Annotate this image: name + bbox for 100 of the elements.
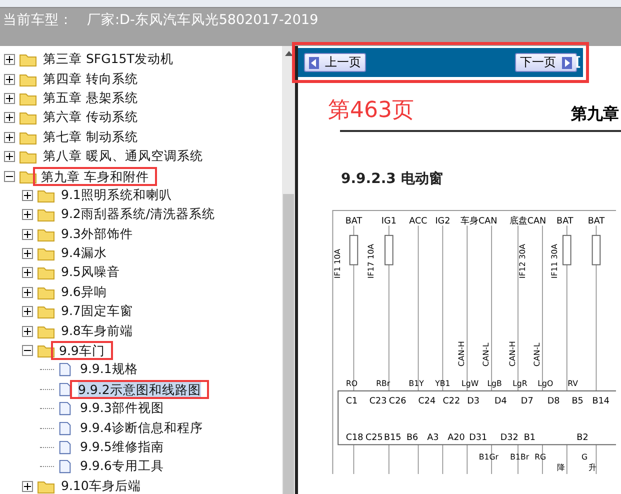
pin-label: B1 (524, 432, 536, 443)
folder-icon (37, 207, 55, 222)
folder-icon (19, 110, 37, 126)
wire-label: B1Gr (478, 452, 498, 462)
expand-icon[interactable] (4, 54, 15, 66)
tree-item[interactable]: 9.3外部饰件 (59, 226, 135, 243)
supply-label: ACC (409, 216, 428, 227)
wire-label: G (582, 452, 588, 462)
pin-label: D31 (469, 432, 488, 443)
fuse-label: IF12 30A (518, 244, 527, 278)
tree-item[interactable]: 第四章 转向系统 (41, 70, 140, 88)
wire-color-label: LgR (512, 379, 528, 388)
supply-label: 底盘CAN (509, 216, 546, 227)
tree-item[interactable]: 9.9.6专用工具 (78, 458, 166, 476)
wire-label: B1Br (510, 452, 530, 462)
wire-color-label: RBr (376, 379, 390, 388)
wire-color-label: LgB (487, 379, 502, 388)
bus-label: CAN-H (508, 341, 518, 366)
expand-icon[interactable] (22, 306, 33, 318)
wire-color-label: LgW (462, 379, 479, 388)
wire-color-label: LgO (538, 379, 554, 388)
tree-item[interactable]: 9.9.1规格 (78, 361, 140, 378)
tree-item[interactable]: 9.9车门 (51, 341, 113, 360)
tree-item[interactable]: 9.8车身前端 (59, 322, 135, 340)
expand-icon[interactable] (22, 190, 33, 201)
pin-label: B2 (576, 432, 588, 443)
expand-icon[interactable] (22, 480, 33, 492)
scrollbar-thumb[interactable] (283, 194, 294, 494)
pin-label: C1 (346, 396, 358, 407)
wire-color-label: B1Y (408, 379, 424, 388)
tree-item[interactable]: 9.2雨刮器系统/清洗器系统 (59, 206, 218, 224)
pin-label: C22 (442, 396, 460, 407)
folder-icon (19, 72, 37, 87)
tree-item[interactable]: 第七章 制动系统 (41, 128, 140, 146)
tree-item[interactable]: 9.9.4诊断信息和程序 (78, 420, 205, 437)
tree-item[interactable]: 9.9.5维修指南 (78, 439, 166, 456)
expand-icon[interactable] (22, 267, 33, 278)
expand-icon[interactable] (22, 228, 33, 240)
next-page-button[interactable]: 下一页 (515, 53, 577, 72)
fuse-label: IF11 30A (550, 244, 560, 278)
expand-icon[interactable] (4, 92, 15, 104)
tree-item[interactable]: 9.5风噪音 (59, 264, 122, 282)
wire-color-label: RO (346, 379, 358, 388)
pin-label: A3 (427, 432, 439, 443)
tree-item[interactable]: 9.1照明系统和喇叭 (59, 186, 174, 204)
fuse-label: IF1 10A (333, 248, 342, 278)
folder-icon (37, 226, 55, 242)
expand-icon[interactable] (22, 209, 33, 220)
expand-icon[interactable] (4, 112, 15, 124)
pin-label: B14 (592, 396, 610, 407)
expand-icon[interactable] (4, 132, 15, 143)
tree-item[interactable]: 第九章 车身和附件 (33, 166, 157, 186)
pin-label: C23 (369, 396, 387, 407)
fuse (592, 234, 601, 266)
tree-item[interactable]: 9.7固定车窗 (59, 303, 135, 320)
page-number-text: 第463页 (328, 97, 414, 125)
tree-item[interactable]: 9.9.2示意图和线路图 (70, 380, 209, 399)
tree-item[interactable]: 第六章 传动系统 (41, 109, 140, 126)
pin-label: A20 (448, 432, 465, 443)
collapse-icon[interactable] (4, 170, 15, 182)
tree-item[interactable]: 9.6异响 (59, 284, 109, 301)
wire-color-label: RV (568, 379, 578, 388)
tree-item[interactable]: 9.4漏水 (59, 245, 109, 262)
left-arrow-icon (309, 56, 319, 68)
expand-icon[interactable] (4, 74, 15, 85)
wire-label: 升 (588, 463, 596, 472)
tree-item[interactable]: 第三章 SFG15T发动机 (41, 51, 176, 68)
folder-icon (19, 130, 37, 145)
tree-item[interactable]: 第五章 悬架系统 (41, 90, 140, 107)
section-heading: 9.9.2.3 电动窗 (341, 170, 444, 188)
supply-label: BAT (345, 216, 362, 227)
folder-icon (37, 265, 55, 280)
toolbar-text: [ (575, 55, 581, 70)
pin-label: C26 (388, 396, 406, 407)
wire-label: RG (534, 452, 546, 462)
car-model-text: 厂家:D-东风汽车风光5802017-2019 (87, 11, 318, 29)
pin-label: C24 (418, 396, 436, 407)
expand-icon[interactable] (22, 326, 33, 337)
pin-label: D8 (547, 396, 560, 407)
expand-icon[interactable] (22, 286, 33, 298)
prev-page-button[interactable]: 上一页 (304, 53, 366, 72)
folder-icon (37, 188, 55, 203)
fuse (384, 234, 394, 266)
pin-label: D3 (467, 396, 480, 407)
fuse (562, 234, 572, 266)
folder-icon (37, 478, 55, 494)
scrollbar[interactable] (282, 46, 298, 494)
tree-item[interactable]: 9.10车身后端 (59, 478, 143, 494)
expand-icon[interactable] (22, 248, 33, 260)
pin-label: B15 (384, 432, 402, 443)
supply-label: 车身CAN (460, 216, 498, 227)
tree-item[interactable]: 9.9.3部件视图 (78, 400, 166, 418)
folder-icon (19, 52, 37, 68)
expand-icon[interactable] (4, 151, 15, 162)
bus-label: CAN-L (482, 342, 491, 366)
tree-item[interactable]: 第八章 暖风、通风空调系统 (41, 148, 205, 166)
bus-label: CAN-H (457, 341, 466, 366)
bus-label: CAN-L (532, 342, 542, 366)
scroll-up-icon[interactable] (284, 51, 292, 56)
collapse-icon[interactable] (22, 345, 33, 356)
